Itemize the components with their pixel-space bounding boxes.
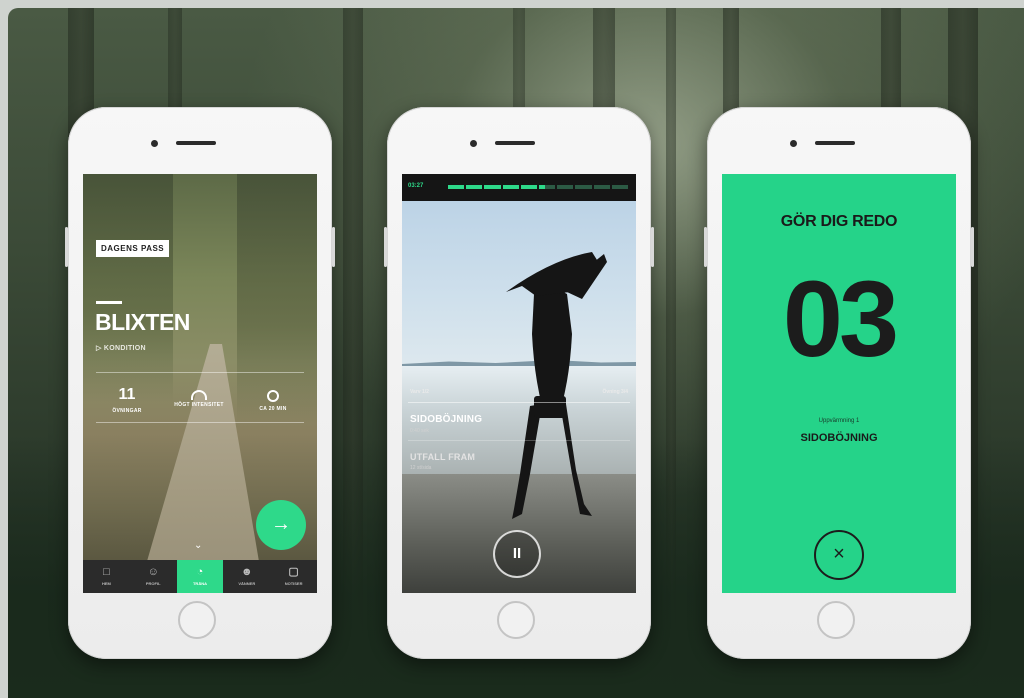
start-workout-button[interactable]: → [256,500,306,550]
stat-intensity: HÖGT INTENSITET [169,386,229,408]
round-counter: Varv 1/2 [410,389,429,395]
tab-notifications[interactable]: ▢ NOTISER [270,560,317,593]
home-button[interactable] [817,601,855,639]
tab-train[interactable]: ◔ TRÄNA [176,560,224,593]
notifications-icon: ▢ [288,566,299,578]
phone-countdown-screen: GÖR DIG REDO 03 Uppvärmning 1 SIDOBÖJNIN… [704,107,974,659]
home-icon: □ [103,566,110,578]
camera [790,140,797,147]
stopwatch-icon [267,390,279,402]
warmup-caption: Uppvärmning 1 [818,418,860,424]
speaker [495,141,535,145]
profile-icon: ☺ [147,566,159,578]
current-exercise-name: SIDOBÖJNING [410,414,483,425]
tab-home[interactable]: □ HEM [83,560,130,593]
workout-category[interactable]: ▷ KONDITION [96,344,146,352]
tab-profile[interactable]: ☺ PROFIL [130,560,177,593]
daily-workout-badge: DAGENS PASS [96,240,170,257]
stat-exercises: 11 ÖVNINGAR [112,386,142,414]
speaker [176,141,216,145]
camera [151,140,158,147]
pause-button[interactable]: II [493,530,541,578]
progress-segment-fill [502,185,519,189]
phone-exercise-screen: 03:27 Varv 1/2 Övning 3/4 SIDOBÖJNING 0:… [384,107,654,659]
chevron-down-icon[interactable]: ⌄ [194,540,202,551]
pause-icon: II [512,545,522,562]
speedometer-icon [191,390,207,400]
current-exercise-detail: 0:40 sek [410,428,429,434]
arrow-right-icon: → [271,513,291,535]
speaker [815,141,855,145]
phone-home-screen: DAGENS PASS BLIXTEN ▷ KONDITION 11 ÖVNIN… [65,107,335,659]
tab-friends[interactable]: ☻ VÄNNER [223,560,270,593]
home-button[interactable] [178,601,216,639]
get-ready-title: GÖR DIG REDO [780,213,898,230]
progress-segment [575,185,592,189]
tab-bar: □ HEM ☺ PROFIL ◔ TRÄNA ☻ VÄNNER ▢ NOTISER [83,560,317,593]
train-icon: ◔ [196,566,204,578]
progress-segment-fill [448,185,465,189]
elapsed-time: 03:27 [408,183,424,189]
workout-overview-screen: DAGENS PASS BLIXTEN ▷ KONDITION 11 ÖVNIN… [83,174,317,593]
camera [470,140,477,147]
exercise-player-screen: 03:27 Varv 1/2 Övning 3/4 SIDOBÖJNING 0:… [402,174,636,593]
countdown-screen: GÖR DIG REDO 03 Uppvärmning 1 SIDOBÖJNIN… [722,174,956,593]
progress-segment [557,185,574,189]
countdown-number: 03 [782,258,899,379]
next-exercise-name: UTFALL FRAM [410,452,476,462]
next-exercise-detail: 12 st/sida [410,465,432,471]
exercise-counter: Övning 3/4 [602,389,628,395]
workout-title: BLIXTEN [95,309,190,335]
close-icon: × [833,543,845,565]
progress-segment-fill [466,185,483,189]
progress-segment [611,185,628,189]
progress-segment-fill [520,185,537,189]
home-button[interactable] [497,601,535,639]
progress-segment-fill [539,185,546,189]
stat-duration: CA 20 MIN [243,386,303,412]
friends-icon: ☻ [241,566,253,578]
progress-segment [593,185,610,189]
close-button[interactable]: × [814,530,864,580]
progress-segment-fill [484,185,501,189]
upcoming-exercise: SIDOBÖJNING [800,432,878,444]
